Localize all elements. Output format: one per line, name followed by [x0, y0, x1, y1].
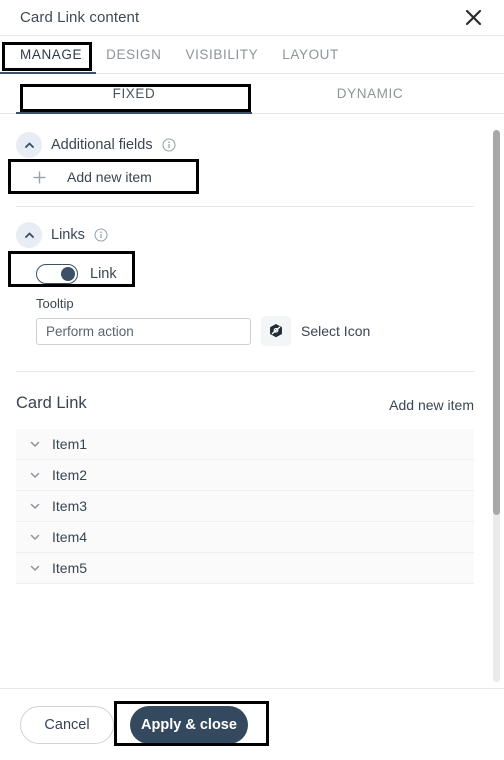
link-toggle-row: Link [0, 258, 490, 290]
chevron-down-icon [28, 469, 41, 482]
tab-manage[interactable]: MANAGE [8, 36, 94, 74]
vertical-scrollbar[interactable] [493, 114, 500, 688]
add-new-item-label: Add new item [67, 169, 152, 185]
list-item[interactable]: Item1 [16, 429, 474, 460]
chevron-down-icon [28, 562, 41, 575]
main-tabs: MANAGE DESIGN VISIBILITY LAYOUT [0, 36, 504, 74]
tooltip-label: Tooltip [36, 296, 74, 311]
info-icon[interactable] [94, 228, 109, 243]
list-item[interactable]: Item5 [16, 553, 474, 584]
card-link-content-dialog: Card Link content MANAGE DESIGN VISIBILI… [0, 0, 504, 760]
card-link-list: Item1 Item2 Item3 Item4 Item5 [0, 429, 490, 584]
list-item-label: Item4 [52, 529, 88, 545]
tab-layout[interactable]: LAYOUT [270, 36, 351, 74]
chevron-down-icon [28, 500, 41, 513]
dialog-body: Additional fields Add new item Links Lin… [0, 114, 504, 688]
page-title: Card Link content [20, 9, 140, 26]
tab-design[interactable]: DESIGN [94, 36, 173, 74]
select-icon-label[interactable]: Select Icon [301, 323, 370, 339]
apply-and-close-button[interactable]: Apply & close [130, 705, 248, 744]
card-link-title: Card Link [16, 394, 87, 412]
add-new-item-card-link[interactable]: Add new item [389, 397, 474, 413]
chevron-up-icon[interactable] [16, 132, 42, 158]
hexagon-slash-icon[interactable] [261, 316, 291, 346]
list-item-label: Item2 [52, 467, 88, 483]
cancel-button[interactable]: Cancel [20, 705, 114, 744]
list-item[interactable]: Item4 [16, 522, 474, 553]
tooltip-field-row: Select Icon [0, 316, 490, 346]
card-link-list-header: Card Link Add new item [0, 394, 490, 413]
link-toggle[interactable] [36, 264, 78, 284]
section-additional-fields[interactable]: Additional fields [0, 128, 490, 162]
section-links[interactable]: Links [0, 218, 490, 252]
subtab-fixed[interactable]: FIXED [16, 74, 252, 113]
close-icon[interactable] [458, 3, 488, 33]
subtab-dynamic[interactable]: DYNAMIC [252, 74, 488, 113]
dialog-footer: Cancel Apply & close [0, 688, 504, 760]
plus-icon [32, 170, 47, 185]
add-new-item-additional-fields[interactable]: Add new item [0, 162, 490, 192]
list-item[interactable]: Item2 [16, 460, 474, 491]
list-item-label: Item3 [52, 498, 88, 514]
sub-tabs: FIXED DYNAMIC [0, 74, 504, 114]
chevron-up-icon[interactable] [16, 222, 42, 248]
section-title-additional-fields: Additional fields [51, 137, 153, 153]
list-item[interactable]: Item3 [16, 491, 474, 522]
link-toggle-label: Link [90, 266, 117, 282]
dialog-header: Card Link content [0, 0, 504, 36]
list-item-label: Item1 [52, 436, 88, 452]
toggle-knob [61, 267, 75, 281]
info-icon[interactable] [162, 138, 177, 153]
chevron-down-icon [28, 531, 41, 544]
scrollbar-thumb[interactable] [493, 130, 500, 515]
chevron-down-icon [28, 438, 41, 451]
list-divider [16, 371, 474, 372]
list-item-label: Item5 [52, 560, 88, 576]
tab-visibility[interactable]: VISIBILITY [173, 36, 270, 74]
section-title-links: Links [51, 227, 85, 243]
tooltip-input[interactable] [36, 317, 251, 345]
